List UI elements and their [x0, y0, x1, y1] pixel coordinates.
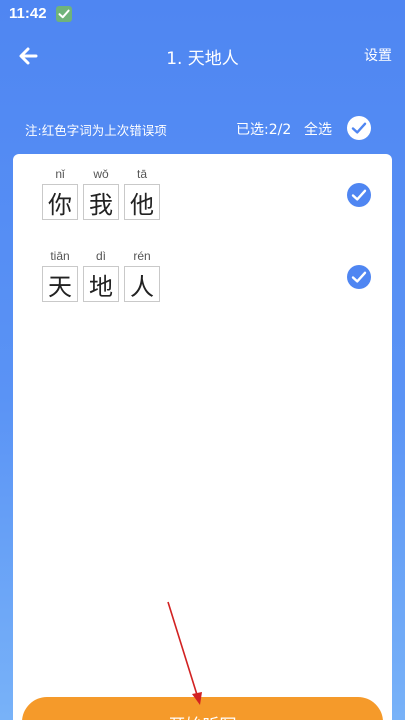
char-cell: rén 人	[124, 248, 160, 302]
hanzi-box: 地	[83, 266, 119, 302]
settings-button[interactable]: 设置	[364, 45, 392, 65]
char-cell: nǐ 你	[42, 166, 78, 220]
char-cell: tiān 天	[42, 248, 78, 302]
status-time: 11:42	[9, 5, 47, 22]
hanzi-box: 他	[124, 184, 160, 220]
word-checkbox[interactable]	[347, 265, 371, 289]
start-dictation-label: 开始听写	[22, 711, 383, 720]
pinyin-label: rén	[133, 249, 151, 263]
char-cell: tā 他	[124, 166, 160, 220]
word-list-card: nǐ 你 wǒ 我 tā 他 tiān 天 dì 地 rén 人	[13, 154, 392, 720]
start-dictation-button[interactable]: 开始听写	[22, 697, 383, 720]
pinyin-label: wǒ	[93, 167, 109, 181]
select-all-checkbox[interactable]	[347, 116, 371, 140]
word-row[interactable]: tiān 天 dì 地 rén 人	[13, 248, 392, 308]
check-circle-icon	[347, 183, 371, 207]
check-circle-icon	[347, 265, 371, 289]
pinyin-label: tiān	[50, 249, 70, 263]
char-cell: wǒ 我	[83, 166, 119, 220]
status-check-icon	[56, 6, 72, 22]
hanzi-box: 天	[42, 266, 78, 302]
status-bar: 11:42	[0, 0, 405, 30]
char-cell: dì 地	[83, 248, 119, 302]
pinyin-label: nǐ	[55, 167, 65, 181]
selected-count: 已选:2/2	[236, 122, 292, 138]
top-nav: 1. 天地人 设置	[0, 34, 405, 78]
selection-bar: 注:红色字词为上次错误项 已选:2/2 全选	[0, 114, 405, 144]
pinyin-label: dì	[95, 249, 106, 263]
select-all-label[interactable]: 全选	[304, 119, 332, 139]
hanzi-box: 人	[124, 266, 160, 302]
pinyin-label: tā	[136, 167, 147, 181]
word-checkbox[interactable]	[347, 183, 371, 207]
error-hint-text: 注:红色字词为上次错误项	[25, 123, 167, 138]
page-title: 1. 天地人	[166, 49, 239, 69]
hanzi-box: 我	[83, 184, 119, 220]
check-circle-icon	[347, 116, 371, 140]
word-row[interactable]: nǐ 你 wǒ 我 tā 他	[13, 166, 392, 226]
hanzi-box: 你	[42, 184, 78, 220]
